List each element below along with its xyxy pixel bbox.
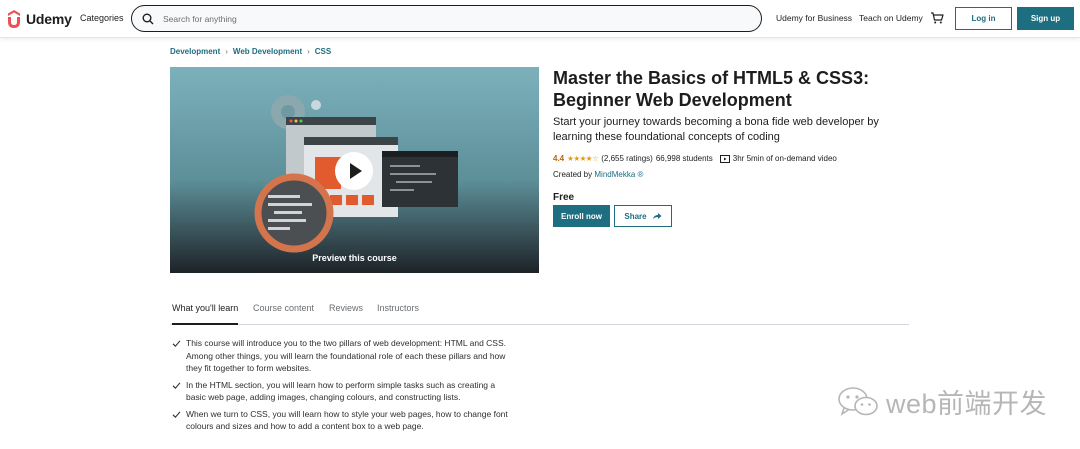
share-arrow-icon [652, 213, 662, 219]
author-link[interactable]: MindMekka ® [594, 170, 643, 179]
what-youll-learn-list: This course will introduce you to the tw… [172, 337, 517, 437]
course-tabs: What you'll learn Course content Reviews… [170, 296, 909, 325]
breadcrumb-web-development[interactable]: Web Development [233, 47, 302, 56]
course-preview-video[interactable]: Preview this course [170, 67, 539, 273]
shopping-cart-icon[interactable] [930, 11, 944, 25]
wechat-icon [838, 386, 878, 416]
teach-on-udemy-link[interactable]: Teach on Udemy [859, 13, 923, 23]
udemy-logo[interactable]: Udemy [4, 9, 72, 29]
logo-text: Udemy [26, 11, 72, 27]
udemy-logo-icon [8, 10, 20, 28]
tab-reviews[interactable]: Reviews [329, 303, 363, 313]
course-title-line-2: Beginner Web Development [553, 90, 792, 110]
play-icon[interactable] [335, 152, 373, 190]
search-input[interactable] [163, 13, 723, 24]
watermark-text: web前端开发 [886, 389, 1048, 419]
learn-item-text: In the HTML section, you will learn how … [186, 379, 496, 403]
login-button[interactable]: Log in [955, 7, 1012, 30]
breadcrumb-development[interactable]: Development [170, 47, 220, 56]
enroll-now-button[interactable]: Enroll now [553, 205, 610, 227]
students-count: 66,998 students [655, 154, 713, 163]
tab-course-content[interactable]: Course content [253, 303, 314, 313]
breadcrumb-separator: › [307, 47, 310, 56]
top-header: Udemy Categories Udemy for Business Teac… [0, 0, 1080, 38]
star-rating-icon: ★★★★☆ [567, 154, 599, 163]
wechat-watermark: web前端开发 [836, 382, 1047, 421]
tab-what-youll-learn[interactable]: What you'll learn [172, 303, 239, 325]
list-item: In the HTML section, you will learn how … [172, 379, 517, 404]
rating-row: 4.4 ★★★★☆ (2,655 ratings) 66,998 student… [553, 154, 837, 163]
check-icon [172, 340, 181, 348]
breadcrumb-separator: › [225, 47, 228, 56]
breadcrumb: Development › Web Development › CSS [170, 47, 331, 56]
share-button[interactable]: Share [614, 205, 672, 227]
learn-item-text: This course will introduce you to the tw… [186, 338, 506, 373]
course-title-line-1: Master the Basics of HTML5 & CSS3: [553, 68, 870, 88]
search-bar[interactable] [131, 5, 762, 32]
video-icon [719, 154, 730, 163]
share-label: Share [624, 211, 647, 221]
rating-value: 4.4 [553, 154, 565, 163]
udemy-for-business-link[interactable]: Udemy for Business [776, 13, 852, 23]
learn-item-text: When we turn to CSS, you will learn how … [186, 408, 508, 432]
created-by-label: Created by [553, 170, 593, 179]
breadcrumb-css[interactable]: CSS [315, 47, 331, 56]
created-by-row: Created by MindMekka ® [553, 170, 643, 179]
check-icon [172, 381, 181, 389]
tab-instructors[interactable]: Instructors [377, 303, 419, 313]
check-icon [172, 410, 181, 418]
course-title: Master the Basics of HTML5 & CSS3: Begin… [553, 67, 893, 111]
video-duration: 3hr 5min of on-demand video [732, 154, 837, 163]
ratings-count[interactable]: (2,655 ratings) [601, 154, 653, 163]
list-item: This course will introduce you to the tw… [172, 337, 517, 375]
preview-label[interactable]: Preview this course [170, 253, 539, 263]
course-subtitle: Start your journey towards becoming a bo… [553, 116, 879, 143]
categories-menu[interactable]: Categories [80, 13, 124, 23]
search-icon[interactable] [142, 13, 154, 25]
signup-button[interactable]: Sign up [1017, 7, 1074, 30]
course-price: Free [553, 192, 575, 203]
list-item: When we turn to CSS, you will learn how … [172, 408, 517, 433]
